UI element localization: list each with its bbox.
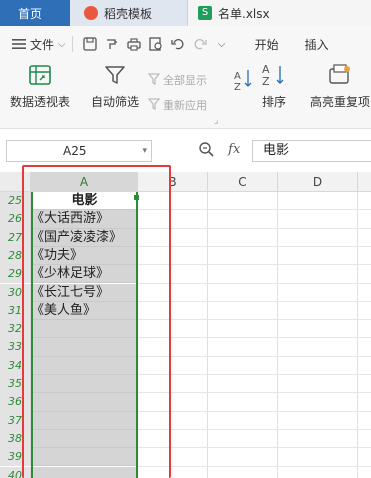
gridline [138, 264, 371, 266]
sort-button[interactable]: AZ 排序 [256, 62, 292, 124]
tab-spreadsheet-label: 名单.xlsx [218, 6, 270, 21]
column-header-partial[interactable] [358, 172, 371, 192]
save-icon[interactable] [79, 33, 101, 55]
undo-icon[interactable] [167, 33, 189, 55]
tab-template[interactable]: 稻壳模板 [70, 0, 188, 26]
gridline [138, 209, 371, 211]
file-menu[interactable]: 文件 [30, 36, 54, 53]
annotation-highlight-box [22, 165, 171, 478]
tab-insert[interactable]: 插入 [305, 36, 329, 53]
hamburger-menu-icon[interactable] [8, 33, 30, 55]
format-painter-icon[interactable] [101, 33, 123, 55]
print-preview-icon[interactable] [145, 33, 167, 55]
highlight-duplicates-label: 高亮重复项 [309, 95, 370, 109]
gridline [138, 300, 371, 302]
spreadsheet-icon: S [198, 6, 212, 20]
docer-icon [84, 6, 98, 20]
chevron-down-icon[interactable]: ⌵ [58, 39, 66, 50]
gridline [138, 319, 371, 321]
highlight-duplicates-icon [327, 62, 353, 87]
menu-bar: 文件 ⌵ ⌵ 开始 插入 [0, 26, 371, 62]
print-icon[interactable] [123, 33, 145, 55]
gridline [277, 192, 278, 478]
tab-start[interactable]: 开始 [255, 36, 279, 53]
reapply-button[interactable]: 重新应用 [147, 97, 207, 113]
tab-template-label: 稻壳模板 [104, 6, 153, 21]
chevron-down-icon[interactable]: ▾ [86, 141, 147, 161]
gridline [138, 428, 371, 430]
filter-icon [102, 62, 128, 87]
document-tab-bar: 首页 稻壳模板 S 名单.xlsx [0, 0, 371, 26]
separator [71, 36, 73, 52]
gridline [138, 392, 371, 394]
svg-text:A: A [234, 71, 241, 82]
column-header-d[interactable]: D [278, 172, 358, 192]
svg-text:Z: Z [262, 75, 270, 87]
filter-reapply-icon [147, 97, 161, 113]
gridline [138, 337, 371, 339]
ribbon-toolbar: 数据透视表 自动筛选 全部显示 重新应用 ⌟ AZ AZ 排序 高亮重复项 [0, 62, 371, 129]
filter-clear-icon [147, 72, 161, 88]
sort-icon: AZ [261, 62, 287, 87]
svg-text:Z: Z [234, 82, 241, 93]
autofilter-label: 自动筛选 [90, 95, 139, 109]
redo-icon[interactable] [189, 33, 211, 55]
column-header-c[interactable]: C [208, 172, 278, 192]
gridline [207, 192, 208, 478]
reapply-label: 重新应用 [163, 99, 207, 112]
formula-tools: fx [198, 141, 240, 157]
pivot-table-label: 数据透视表 [9, 95, 70, 109]
tab-spreadsheet[interactable]: S 名单.xlsx [188, 0, 371, 26]
autofilter-button[interactable]: 自动筛选 [88, 62, 142, 124]
formula-input[interactable]: 电影 [252, 140, 371, 162]
sort-label: 排序 [261, 95, 286, 109]
gridline [138, 282, 371, 284]
cell-reference: A25 [63, 144, 87, 158]
gridline [138, 410, 371, 412]
name-box[interactable]: A25 ▾ [6, 140, 152, 162]
gridline [138, 355, 371, 357]
gridline [138, 465, 371, 467]
gridline [138, 447, 371, 449]
gridline [138, 245, 371, 247]
show-all-label: 全部显示 [163, 74, 207, 87]
gridline [138, 374, 371, 375]
show-all-button[interactable]: 全部显示 [147, 72, 207, 88]
formula-bar: A25 ▾ fx 电影 [0, 136, 371, 168]
dialog-launcher-icon[interactable]: ⌟ [214, 116, 218, 126]
gridline [357, 192, 358, 478]
tab-home[interactable]: 首页 [0, 0, 70, 26]
pivot-table-button[interactable]: 数据透视表 [6, 62, 74, 124]
zoom-search-icon[interactable] [198, 142, 218, 157]
pivot-table-icon [27, 62, 53, 87]
customize-dropdown-icon[interactable]: ⌵ [211, 33, 233, 55]
sort-ascending-icon: AZ [234, 68, 254, 105]
tab-home-label: 首页 [18, 6, 43, 21]
gridline [138, 227, 371, 229]
highlight-duplicates-button[interactable]: 高亮重复项 [304, 62, 371, 124]
fx-icon[interactable]: fx [228, 142, 240, 157]
